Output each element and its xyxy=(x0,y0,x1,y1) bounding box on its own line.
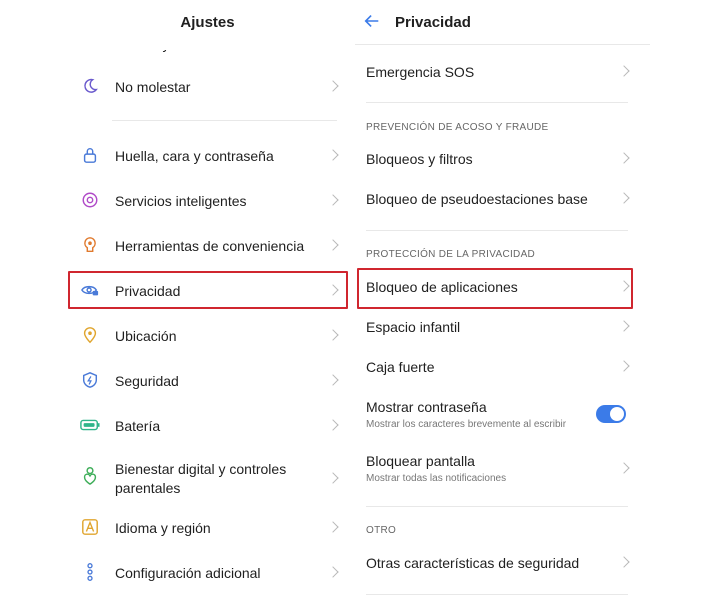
settings-item-location[interactable]: Ubicación xyxy=(0,313,355,357)
settings-item-battery[interactable]: Batería xyxy=(0,403,355,447)
chevron-right-icon xyxy=(327,472,339,484)
privacy-item-label: Caja fuerte xyxy=(366,359,435,375)
privacy-item-other-security[interactable]: Otras características de seguridad xyxy=(355,542,718,582)
wellbeing-icon xyxy=(80,466,100,486)
privacy-item-pseudo-bts[interactable]: Bloqueo de pseudoestaciones base xyxy=(355,178,718,218)
chevron-right-icon xyxy=(618,65,630,77)
settings-item-label: Configuración adicional xyxy=(115,565,261,581)
privacy-item-lock-screen[interactable]: Bloquear pantalla Mostrar todas las noti… xyxy=(355,447,718,491)
settings-item-language[interactable]: Idioma y región xyxy=(0,505,355,549)
toggle-knob xyxy=(610,407,624,421)
chevron-right-icon xyxy=(327,419,339,431)
settings-item-label: Idioma y región xyxy=(115,520,211,536)
chevron-right-icon xyxy=(327,149,339,161)
privacy-item-safe[interactable]: Caja fuerte xyxy=(355,346,718,386)
privacy-header: Privacidad xyxy=(355,0,718,44)
privacy-item-label: Espacio infantil xyxy=(366,319,461,335)
settings-item-smart-services[interactable]: Servicios inteligentes xyxy=(0,178,355,222)
privacy-item-sublabel: Mostrar todas las notificaciones xyxy=(366,473,507,484)
chevron-right-icon xyxy=(618,462,630,474)
divider xyxy=(366,594,628,595)
section-header: PREVENCIÓN DE ACOSO Y FRAUDE xyxy=(366,122,549,133)
privacy-panel: Privacidad Emergencia SOS PREVENCIÓN DE … xyxy=(355,0,718,609)
settings-item-label: Huella, cara y contraseña xyxy=(115,148,274,164)
privacy-item-label: Bloqueo de pseudoestaciones base xyxy=(366,191,588,207)
settings-item-label: Sonido y vibración xyxy=(115,36,230,52)
chevron-right-icon xyxy=(327,374,339,386)
target-icon xyxy=(80,190,100,210)
settings-item-sound[interactable]: Sonido y vibración xyxy=(0,22,355,62)
chevron-right-icon xyxy=(327,329,339,341)
privacy-item-kid-space[interactable]: Espacio infantil xyxy=(355,306,718,346)
chevron-right-icon xyxy=(618,152,630,164)
tools-icon xyxy=(80,235,100,255)
settings-item-label: Ubicación xyxy=(115,328,177,344)
more-settings-icon xyxy=(80,562,100,582)
chevron-right-icon xyxy=(327,194,339,206)
chevron-right-icon xyxy=(618,556,630,568)
chevron-right-icon xyxy=(618,320,630,332)
privacy-item-blocks-filters[interactable]: Bloqueos y filtros xyxy=(355,138,718,178)
divider xyxy=(366,230,628,231)
shield-icon xyxy=(80,370,100,390)
chevron-right-icon xyxy=(327,80,339,92)
divider xyxy=(112,120,337,121)
section-header: PROTECCIÓN DE LA PRIVACIDAD xyxy=(366,249,536,260)
settings-item-label: Servicios inteligentes xyxy=(115,193,247,209)
settings-item-label: No molestar xyxy=(115,79,191,95)
settings-item-digital-wellbeing[interactable]: Bienestar digital y controles parentales xyxy=(0,452,355,504)
privacy-item-label: Emergencia SOS xyxy=(366,64,475,80)
show-password-toggle[interactable] xyxy=(596,405,626,423)
language-icon xyxy=(80,517,100,537)
privacy-item-sos[interactable]: Emergencia SOS xyxy=(355,51,718,91)
settings-item-security[interactable]: Seguridad xyxy=(0,358,355,402)
page-title: Privacidad xyxy=(395,14,471,31)
chevron-right-icon xyxy=(618,192,630,204)
settings-item-label: Herramientas de conveniencia xyxy=(115,238,305,254)
settings-item-label: Seguridad xyxy=(115,373,179,389)
privacy-item-label: Bloqueos y filtros xyxy=(366,151,473,167)
privacy-item-show-password[interactable]: Mostrar contraseña Mostrar los caractere… xyxy=(355,393,718,437)
settings-panel: Ajustes Sonido y vibración No molestar H… xyxy=(0,0,355,609)
highlight-box-privacy xyxy=(68,271,348,309)
chevron-right-icon xyxy=(327,239,339,251)
privacy-item-sublabel: Mostrar los caracteres brevemente al esc… xyxy=(366,419,567,430)
back-arrow-icon[interactable] xyxy=(363,12,383,32)
chevron-right-icon xyxy=(327,521,339,533)
divider xyxy=(366,506,628,507)
header-divider xyxy=(355,44,650,45)
divider xyxy=(366,102,628,103)
settings-item-additional[interactable]: Configuración adicional xyxy=(0,550,355,594)
location-pin-icon xyxy=(80,325,100,345)
privacy-item-label: Bloquear pantalla xyxy=(366,453,475,469)
privacy-item-label: Mostrar contraseña xyxy=(366,399,487,415)
chevron-right-icon xyxy=(618,360,630,372)
section-header: OTRO xyxy=(366,525,397,536)
settings-item-dnd[interactable]: No molestar xyxy=(0,64,355,108)
settings-item-biometrics[interactable]: Huella, cara y contraseña xyxy=(0,133,355,177)
settings-item-label-line2: parentales xyxy=(115,480,181,496)
settings-item-convenience-tools[interactable]: Herramientas de conveniencia xyxy=(0,223,355,267)
moon-icon xyxy=(80,76,100,96)
settings-item-label: Batería xyxy=(115,418,161,434)
battery-icon xyxy=(80,415,100,435)
privacy-item-label: Otras características de seguridad xyxy=(366,555,580,571)
lock-icon xyxy=(80,145,100,165)
highlight-box-app-lock xyxy=(357,268,633,309)
settings-item-label: Bienestar digital y controles xyxy=(115,461,287,477)
chevron-right-icon xyxy=(327,566,339,578)
